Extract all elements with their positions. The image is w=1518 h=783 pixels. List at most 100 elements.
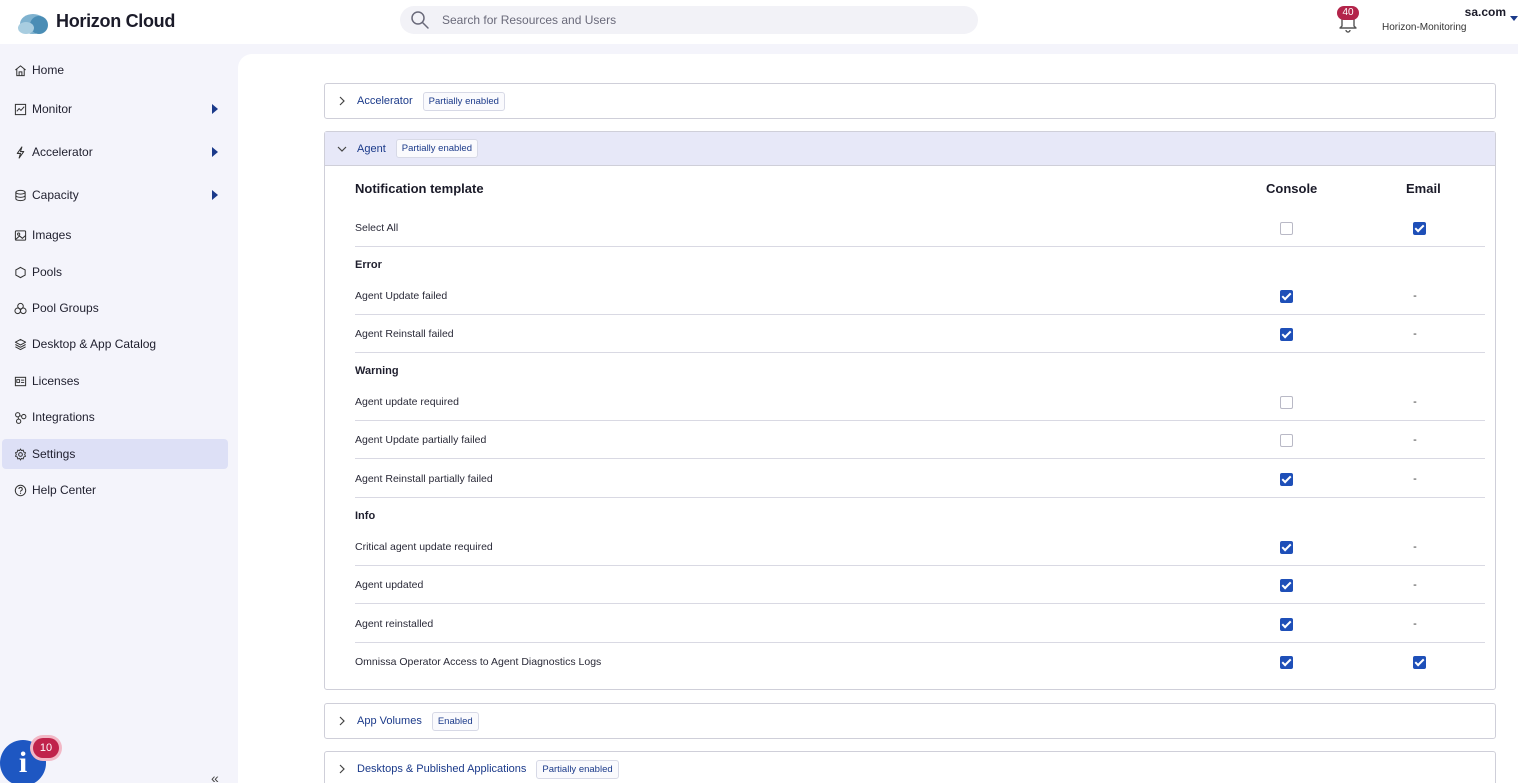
sidebar-item-pools[interactable]: Pools: [2, 257, 228, 287]
search-input[interactable]: [442, 13, 942, 27]
row-label: Agent update required: [355, 395, 459, 408]
table-row: Agent reinstalled: [355, 605, 1485, 643]
row-label: Agent Reinstall partially failed: [355, 472, 493, 485]
column-header-console: Console: [1266, 181, 1318, 196]
sidebar-item-label: Accelerator: [32, 145, 93, 159]
user-email: sa.com: [1464, 5, 1506, 19]
email-checkbox[interactable]: [1413, 656, 1426, 669]
group-heading-error: Error: [355, 259, 382, 271]
sidebar-item-label: Images: [32, 228, 72, 242]
horizon-cloud-logo: [16, 6, 50, 36]
section-title: Desktops & Published Applications: [357, 763, 527, 775]
column-header-email: Email: [1406, 181, 1441, 196]
sidebar-item-help-center[interactable]: Help Center: [2, 475, 228, 505]
expand-arrow-icon[interactable]: [212, 147, 218, 157]
sidebar-item-label: Desktop & App Catalog: [32, 337, 157, 351]
console-checkbox[interactable]: [1280, 656, 1293, 669]
sidebar-item-pool-groups[interactable]: Pool Groups: [2, 293, 228, 323]
search-icon: [411, 11, 429, 29]
user-menu-caret-icon[interactable]: [1510, 16, 1518, 21]
console-checkbox[interactable]: [1280, 579, 1293, 592]
row-label: Agent Update failed: [355, 289, 448, 302]
monitor-icon: [14, 103, 27, 115]
console-checkbox[interactable]: [1280, 396, 1293, 409]
sidebar-item-settings[interactable]: Settings: [2, 439, 228, 469]
select-all-email-checkbox[interactable]: [1413, 222, 1426, 235]
sidebar-item-label: Monitor: [32, 102, 73, 116]
email-value: -: [1413, 473, 1417, 485]
table-row: Agent update required: [355, 383, 1485, 421]
row-label: Agent Reinstall failed: [355, 327, 454, 340]
global-search[interactable]: [400, 6, 978, 34]
row-label: Critical agent update required: [355, 540, 493, 553]
row-label: Agent updated: [355, 578, 424, 591]
database-icon: [15, 189, 26, 201]
section-agent: Agent Partially enabled Notification tem…: [324, 131, 1496, 690]
sidebar-item-home[interactable]: Home: [2, 55, 228, 85]
section-title: App Volumes: [357, 715, 422, 727]
select-all-row: Select All: [355, 209, 1485, 247]
sidebar-item-capacity[interactable]: Capacity: [2, 180, 228, 210]
user-menu[interactable]: sa.com Horizon-Monitoring: [1382, 5, 1512, 33]
chevron-down-icon: [337, 146, 347, 152]
select-all-console-checkbox[interactable]: [1280, 222, 1293, 235]
section-agent-header[interactable]: Agent Partially enabled: [325, 132, 1495, 166]
status-badge: Partially enabled: [395, 139, 478, 158]
table-row: Agent Reinstall partially failed: [355, 460, 1485, 498]
section-accelerator-header[interactable]: Accelerator Partially enabled: [325, 84, 1495, 118]
sidebar-item-label: Pool Groups: [32, 301, 99, 315]
console-checkbox[interactable]: [1280, 290, 1293, 303]
email-value: -: [1413, 618, 1417, 630]
console-checkbox[interactable]: [1280, 541, 1293, 554]
section-app-volumes-header[interactable]: App Volumes Enabled: [325, 704, 1495, 738]
notification-count-badge: 40: [1337, 6, 1359, 20]
sidebar-item-label: Home: [32, 63, 65, 77]
sidebar-item-licenses[interactable]: Licenses: [2, 366, 228, 396]
section-accelerator: Accelerator Partially enabled: [324, 83, 1496, 119]
console-checkbox[interactable]: [1280, 434, 1293, 447]
hexagon-icon: [15, 266, 26, 278]
chevron-right-icon: [339, 716, 345, 726]
section-desktops-published-apps: Desktops & Published Applications Partia…: [324, 751, 1496, 783]
expand-arrow-icon[interactable]: [212, 190, 218, 200]
layers-icon: [14, 338, 27, 350]
chevron-right-icon: [339, 96, 345, 106]
status-badge: Partially enabled: [422, 91, 505, 111]
status-badge: Enabled: [431, 711, 479, 731]
table-row: Agent updated: [355, 566, 1485, 604]
sidebar-item-label: Capacity: [32, 188, 79, 202]
group-heading-warning: Warning: [355, 365, 399, 377]
console-checkbox[interactable]: [1280, 618, 1293, 631]
main-content: Accelerator Partially enabled Agent Part…: [238, 54, 1518, 783]
brand[interactable]: Horizon Cloud: [16, 6, 175, 36]
info-count-badge: 10: [33, 738, 59, 758]
sidebar-item-monitor[interactable]: Monitor: [2, 94, 228, 124]
license-icon: [14, 376, 27, 386]
image-icon: [14, 229, 27, 241]
console-checkbox[interactable]: [1280, 473, 1293, 486]
sidebar-item-accelerator[interactable]: Accelerator: [2, 137, 228, 167]
gear-icon: [15, 447, 26, 461]
sidebar-item-desktop-app-catalog[interactable]: Desktop & App Catalog: [2, 329, 228, 359]
sidebar-item-integrations[interactable]: Integrations: [2, 402, 228, 432]
email-value: -: [1413, 290, 1417, 302]
sidebar-item-images[interactable]: Images: [2, 220, 228, 250]
table-row: Omnissa Operator Access to Agent Diagnos…: [355, 643, 1485, 681]
collapse-sidebar-icon[interactable]: «: [211, 770, 219, 783]
sidebar-item-label: Help Center: [32, 483, 97, 497]
expand-arrow-icon[interactable]: [212, 104, 218, 114]
integrations-icon: [15, 411, 27, 424]
console-checkbox[interactable]: [1280, 328, 1293, 341]
section-desktops-header[interactable]: Desktops & Published Applications Partia…: [325, 752, 1495, 783]
sidebar: Home Monitor Accelerator Capacity Images…: [0, 44, 238, 783]
status-badge: Partially enabled: [536, 759, 619, 779]
bolt-icon: [16, 145, 25, 159]
email-value: -: [1413, 434, 1417, 446]
column-header-template: Notification template: [355, 181, 484, 196]
top-header: Horizon Cloud 40 sa.com Horizon-Monitori…: [0, 0, 1518, 44]
row-label: Agent reinstalled: [355, 617, 434, 630]
section-title: Accelerator: [357, 95, 413, 107]
row-label: Agent Update partially failed: [355, 433, 487, 446]
email-value: -: [1413, 396, 1417, 408]
user-org: Horizon-Monitoring: [1382, 22, 1467, 33]
